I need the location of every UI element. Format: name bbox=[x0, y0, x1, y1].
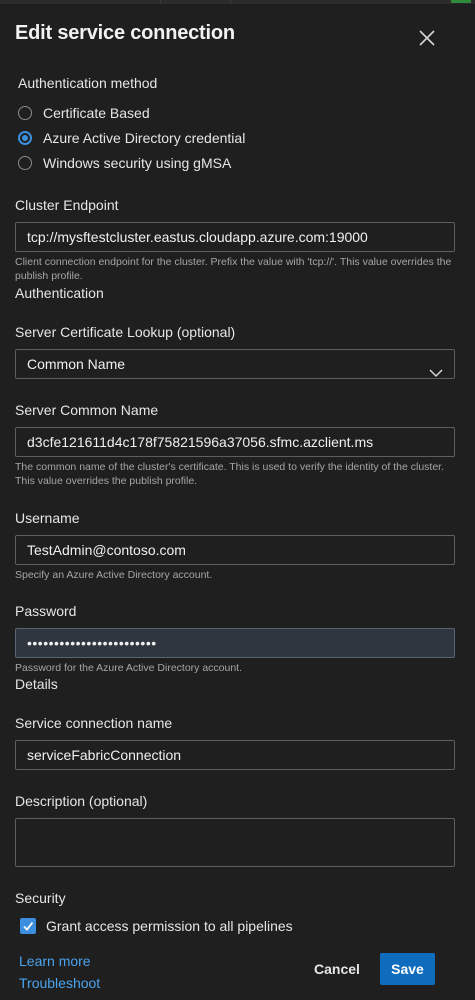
radio-button[interactable] bbox=[18, 106, 32, 120]
save-button[interactable]: Save bbox=[380, 953, 435, 985]
common-name-label: Server Common Name bbox=[15, 402, 159, 418]
password-label: Password bbox=[15, 603, 77, 619]
security-label: Security bbox=[15, 890, 66, 906]
checkmark-icon bbox=[23, 921, 34, 931]
authentication-section-heading: Authentication bbox=[15, 285, 104, 301]
auth-method-label: Authentication method bbox=[18, 75, 158, 91]
cancel-button[interactable]: Cancel bbox=[305, 953, 369, 985]
radio-label: Azure Active Directory credential bbox=[43, 130, 246, 146]
close-icon[interactable] bbox=[416, 27, 438, 49]
top-bar-accent bbox=[451, 0, 471, 3]
description-label: Description (optional) bbox=[15, 793, 148, 809]
grant-access-label: Grant access permission to all pipelines bbox=[46, 918, 293, 934]
radio-certificate-based[interactable]: Certificate Based bbox=[18, 103, 150, 123]
radio-label: Certificate Based bbox=[43, 105, 150, 121]
top-bar-divider bbox=[160, 0, 161, 4]
radio-label: Windows security using gMSA bbox=[43, 155, 232, 171]
learn-more-link[interactable]: Learn more bbox=[19, 953, 91, 969]
username-label: Username bbox=[15, 510, 80, 526]
connection-name-label: Service connection name bbox=[15, 715, 173, 731]
radio-gmsa[interactable]: Windows security using gMSA bbox=[18, 153, 231, 173]
grant-access-checkbox[interactable] bbox=[20, 918, 36, 934]
password-help: Password for the Azure Active Directory … bbox=[15, 662, 243, 674]
common-name-input[interactable]: d3cfe121611d4c178f75821596a37056.sfmc.az… bbox=[15, 427, 455, 457]
cluster-endpoint-label: Cluster Endpoint bbox=[15, 197, 119, 213]
cluster-endpoint-input[interactable]: tcp://mysftestcluster.eastus.cloudapp.az… bbox=[15, 222, 455, 252]
description-textarea[interactable] bbox=[15, 818, 455, 867]
cert-lookup-value: Common Name bbox=[27, 356, 126, 372]
details-section-heading: Details bbox=[15, 676, 58, 692]
radio-button[interactable] bbox=[18, 156, 32, 170]
password-input[interactable]: •••••••••••••••••••••••• bbox=[15, 628, 455, 658]
dialog-title: Edit service connection bbox=[15, 22, 235, 44]
cluster-endpoint-help: Client connection endpoint for the clust… bbox=[15, 256, 452, 282]
cert-lookup-dropdown[interactable]: Common Name bbox=[15, 349, 455, 379]
username-help: Specify an Azure Active Directory accoun… bbox=[15, 569, 213, 581]
top-bar bbox=[0, 0, 475, 4]
radio-button-selected[interactable] bbox=[18, 131, 32, 145]
username-input[interactable]: TestAdmin@contoso.com bbox=[15, 535, 455, 565]
cert-lookup-label: Server Certificate Lookup (optional) bbox=[15, 324, 236, 340]
radio-aad-credential[interactable]: Azure Active Directory credential bbox=[18, 128, 245, 148]
chevron-down-icon bbox=[429, 359, 443, 378]
connection-name-input[interactable]: serviceFabricConnection bbox=[15, 740, 455, 770]
common-name-help: The common name of the cluster's certifi… bbox=[15, 461, 445, 487]
troubleshoot-link[interactable]: Troubleshoot bbox=[19, 975, 100, 991]
grant-access-checkbox-row[interactable]: Grant access permission to all pipelines bbox=[20, 918, 293, 934]
top-bar-divider bbox=[230, 0, 231, 4]
